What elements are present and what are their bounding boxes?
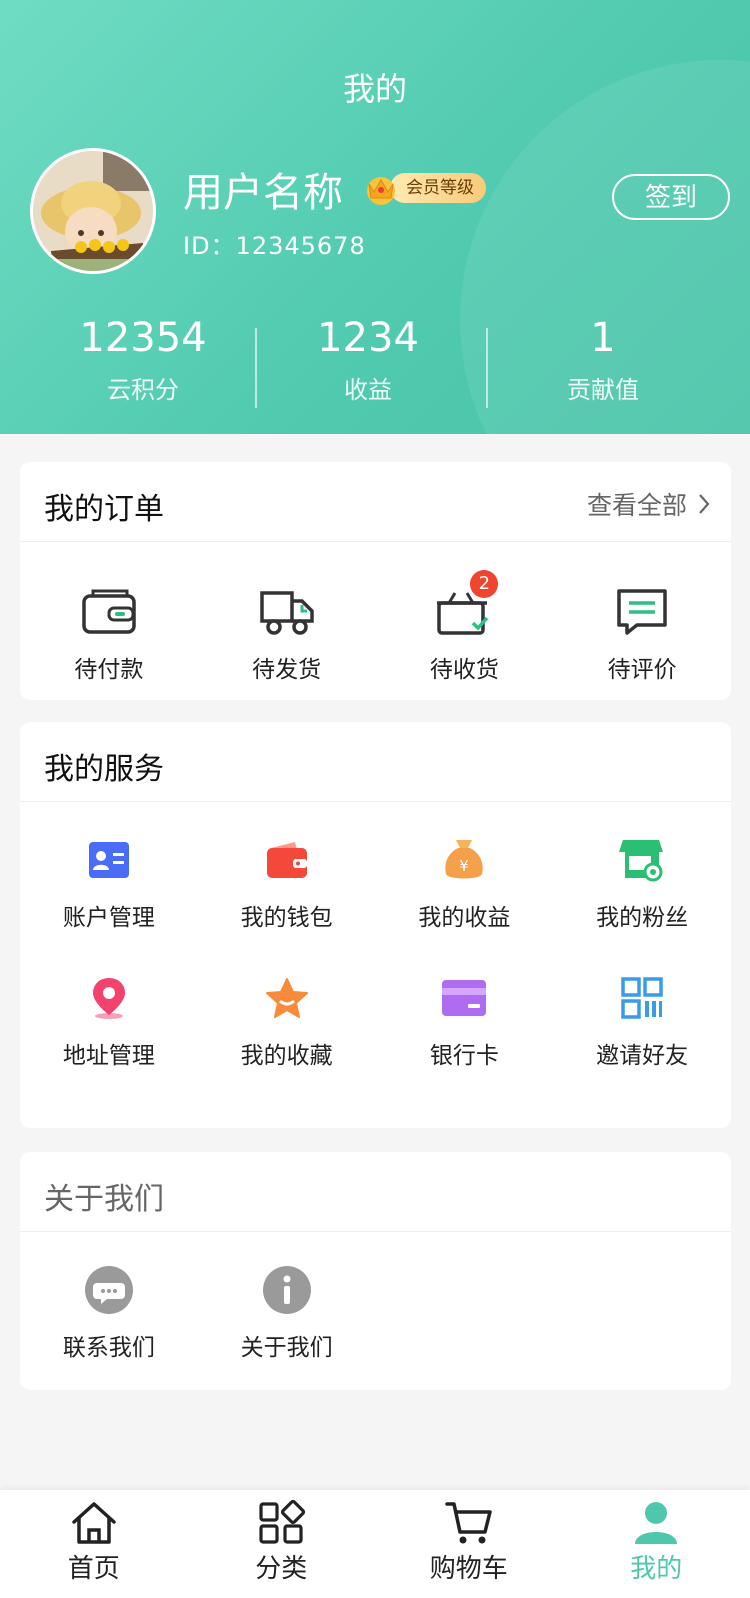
stat-label: 收益 bbox=[344, 376, 392, 404]
contact-us-item[interactable]: 联系我们 bbox=[20, 1262, 198, 1362]
service-label: 银行卡 bbox=[429, 1043, 499, 1069]
truck-icon bbox=[257, 584, 317, 640]
chevron-right-icon bbox=[699, 494, 710, 514]
order-label: 待付款 bbox=[74, 657, 144, 683]
service-earnings[interactable]: ¥ 我的收益 bbox=[376, 832, 554, 932]
signin-button[interactable]: 签到 bbox=[612, 174, 730, 220]
avatar[interactable] bbox=[30, 148, 156, 274]
divider bbox=[255, 328, 257, 408]
service-label: 邀请好友 bbox=[596, 1043, 689, 1069]
message-icon bbox=[612, 584, 672, 640]
crown-icon bbox=[367, 177, 395, 205]
service-account-management[interactable]: 账户管理 bbox=[20, 832, 198, 932]
location-pin-icon bbox=[79, 970, 139, 1026]
about-header: 关于我们 bbox=[20, 1152, 731, 1232]
stat-earnings[interactable]: 1234 收益 bbox=[293, 314, 443, 405]
vip-badge: 会员等级 bbox=[362, 170, 486, 206]
orders-card: 我的订单 查看全部 待付款 待发货 2 待收货 待评价 bbox=[20, 462, 731, 700]
view-all-label: 查看全部 bbox=[586, 491, 687, 520]
chat-icon bbox=[79, 1262, 139, 1318]
service-bank-card[interactable]: 银行卡 bbox=[376, 970, 554, 1070]
service-label: 我的收藏 bbox=[240, 1043, 333, 1069]
info-icon bbox=[257, 1262, 317, 1318]
order-pending-review[interactable]: 待评价 bbox=[553, 584, 731, 684]
service-fans[interactable]: 我的粉丝 bbox=[553, 832, 731, 932]
store-icon bbox=[612, 832, 672, 888]
page-title: 我的 bbox=[342, 70, 407, 108]
about-us-item[interactable]: 关于我们 bbox=[198, 1262, 376, 1362]
about-card: 关于我们 联系我们 关于我们 bbox=[20, 1152, 731, 1390]
order-label: 待评价 bbox=[607, 657, 677, 683]
qr-code-icon bbox=[612, 970, 672, 1026]
tab-home[interactable]: 首页 bbox=[0, 1490, 188, 1598]
order-count-badge: 2 bbox=[470, 570, 499, 598]
user-icon bbox=[635, 1502, 678, 1544]
stat-points[interactable]: 12354 云积分 bbox=[68, 314, 218, 405]
stat-contribution[interactable]: 1 贡献值 bbox=[528, 314, 678, 405]
orders-title: 我的订单 bbox=[44, 492, 164, 527]
services-card: 我的服务 账户管理 我的钱包 ¥ 我的收益 我的粉丝 地址管理 我的收藏 银行卡… bbox=[20, 722, 731, 1128]
star-icon bbox=[257, 970, 317, 1026]
view-all-orders-link[interactable]: 查看全部 bbox=[587, 486, 711, 522]
service-wallet[interactable]: 我的钱包 bbox=[198, 832, 376, 932]
tab-label: 购物车 bbox=[429, 1554, 508, 1584]
tab-cart[interactable]: 购物车 bbox=[375, 1490, 563, 1598]
service-label: 地址管理 bbox=[62, 1043, 155, 1069]
order-label: 待收货 bbox=[429, 657, 499, 683]
about-label: 关于我们 bbox=[240, 1335, 333, 1361]
tab-label: 首页 bbox=[67, 1554, 120, 1584]
package-check-icon: 2 bbox=[434, 570, 499, 640]
wallet-icon bbox=[257, 832, 317, 888]
username: 用户名称 bbox=[183, 170, 343, 216]
bank-card-icon bbox=[434, 970, 494, 1026]
service-label: 账户管理 bbox=[62, 905, 155, 931]
service-label: 我的收益 bbox=[418, 905, 511, 931]
order-pending-shipment[interactable]: 待发货 bbox=[198, 584, 376, 684]
tab-category[interactable]: 分类 bbox=[188, 1490, 376, 1598]
order-pending-receipt[interactable]: 2 待收货 bbox=[376, 570, 554, 684]
stat-label: 云积分 bbox=[107, 376, 179, 404]
stat-value: 12354 bbox=[79, 315, 207, 361]
cart-icon bbox=[445, 1502, 492, 1544]
service-address-management[interactable]: 地址管理 bbox=[20, 970, 198, 1070]
service-label: 我的钱包 bbox=[240, 905, 333, 931]
stat-value: 1 bbox=[590, 315, 616, 361]
service-favorites[interactable]: 我的收藏 bbox=[198, 970, 376, 1070]
tab-mine[interactable]: 我的 bbox=[563, 1490, 750, 1598]
stat-value: 1234 bbox=[317, 315, 419, 361]
service-invite-friends[interactable]: 邀请好友 bbox=[553, 970, 731, 1070]
money-bag-icon: ¥ bbox=[434, 832, 494, 888]
order-pending-payment[interactable]: 待付款 bbox=[20, 584, 198, 684]
user-id: ID：12345678 bbox=[183, 232, 366, 260]
orders-header: 我的订单 查看全部 bbox=[20, 462, 731, 542]
service-label: 我的粉丝 bbox=[596, 905, 689, 931]
services-title: 我的服务 bbox=[44, 752, 164, 787]
about-title: 关于我们 bbox=[44, 1182, 164, 1217]
wallet-icon bbox=[79, 584, 139, 640]
stat-label: 贡献值 bbox=[567, 376, 639, 404]
category-icon bbox=[259, 1500, 306, 1544]
divider bbox=[486, 328, 488, 408]
about-label: 联系我们 bbox=[62, 1335, 155, 1361]
profile-header: 我的 用户名称 会员等级 ID：12345678 签到 12354 云积分 12… bbox=[0, 0, 750, 434]
tab-label: 分类 bbox=[255, 1554, 308, 1584]
tab-label: 我的 bbox=[630, 1554, 683, 1584]
home-icon bbox=[72, 1502, 116, 1544]
svg-text:¥: ¥ bbox=[460, 857, 470, 875]
id-card-icon bbox=[79, 832, 139, 888]
order-label: 待发货 bbox=[252, 657, 322, 683]
vip-label: 会员等级 bbox=[390, 173, 486, 203]
services-header: 我的服务 bbox=[20, 722, 731, 802]
bottom-tab-bar: 首页 分类 购物车 我的 bbox=[0, 1490, 750, 1598]
